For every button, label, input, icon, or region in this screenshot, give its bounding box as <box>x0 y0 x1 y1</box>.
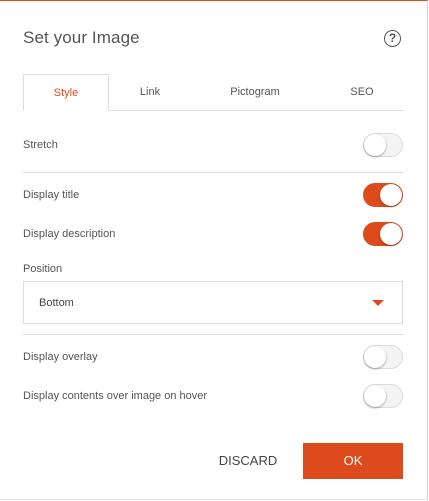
display-title-label: Display title <box>23 189 80 201</box>
display-contents-hover-toggle[interactable] <box>363 384 403 408</box>
display-description-toggle[interactable] <box>363 222 403 246</box>
stretch-toggle[interactable] <box>363 133 403 157</box>
display-description-label: Display description <box>23 228 116 240</box>
display-overlay-toggle[interactable] <box>363 345 403 369</box>
display-title-toggle[interactable] <box>363 183 403 207</box>
toggle-knob <box>380 223 402 245</box>
dialog-title: Set your Image <box>23 28 140 47</box>
divider <box>23 334 403 335</box>
stretch-label: Stretch <box>23 139 58 151</box>
divider <box>23 172 403 173</box>
chevron-down-icon <box>372 300 384 306</box>
toggle-knob <box>364 346 386 368</box>
display-contents-hover-label: Display contents over image on hover <box>23 390 208 402</box>
position-label: Position <box>23 263 63 275</box>
discard-button[interactable]: DISCARD <box>204 443 292 479</box>
tab-pictogram[interactable]: Pictogram <box>209 74 301 110</box>
tab-seo[interactable]: SEO <box>323 74 401 110</box>
toggle-knob <box>364 134 386 156</box>
tab-bar: Style Link Pictogram SEO <box>23 74 403 111</box>
position-select[interactable]: Bottom <box>23 281 403 324</box>
display-overlay-label: Display overlay <box>23 351 98 363</box>
ok-button[interactable]: OK <box>303 443 403 479</box>
toggle-knob <box>364 385 386 407</box>
tab-style[interactable]: Style <box>23 74 109 111</box>
toggle-knob <box>380 184 402 206</box>
position-selected-value: Bottom <box>39 297 74 309</box>
image-settings-dialog: Set your Image ? Style Link Pictogram SE… <box>0 0 428 500</box>
help-icon[interactable]: ? <box>384 30 401 47</box>
tab-link[interactable]: Link <box>109 74 191 110</box>
